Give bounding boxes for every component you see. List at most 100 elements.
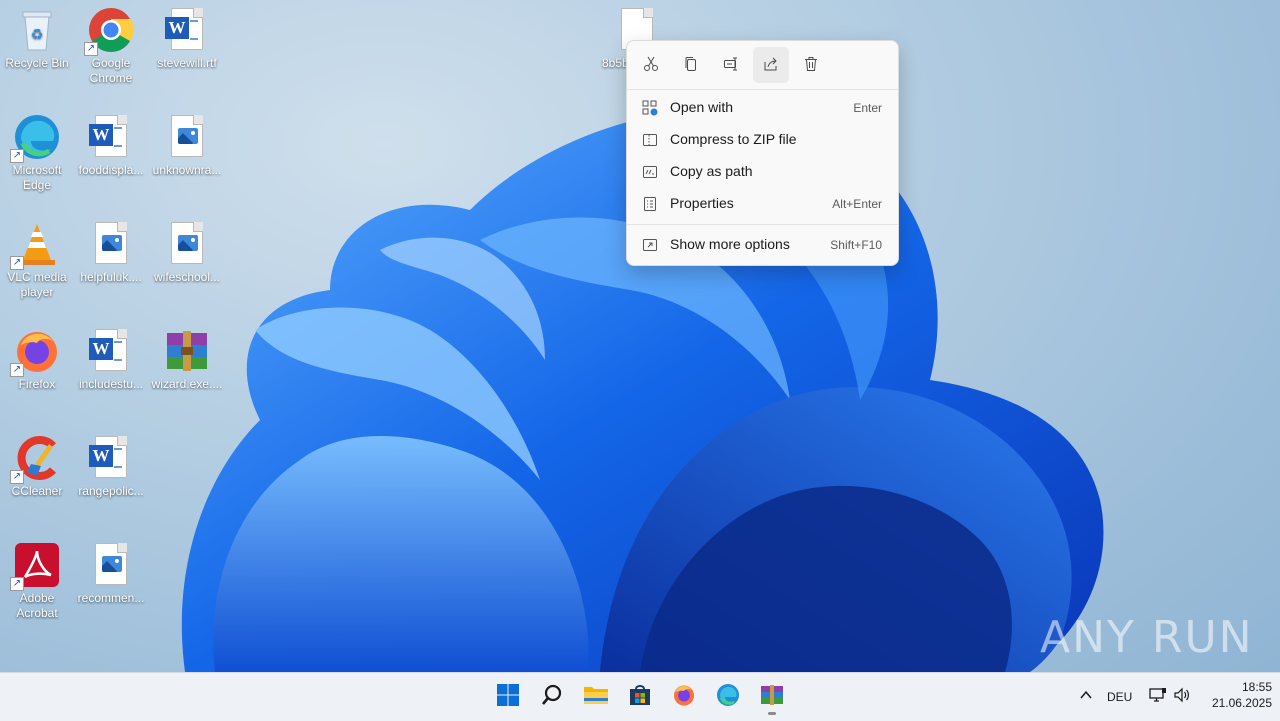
desktop-icon-label: unknownra... <box>152 163 222 177</box>
rename-button[interactable] <box>713 47 749 83</box>
shortcut-arrow-icon: ↗ <box>84 42 98 56</box>
desktop-icon-ccleaner[interactable]: ↗ CCleaner <box>0 434 74 499</box>
winrar-archive-icon <box>163 327 211 375</box>
desktop-icon-fooddispla[interactable]: W fooddispla... <box>74 113 148 178</box>
desktop-icon-firefox[interactable]: ↗ Firefox <box>0 327 74 392</box>
taskbar-store[interactable] <box>624 681 656 713</box>
properties-icon <box>642 196 658 212</box>
acrobat-icon: ↗ <box>10 541 61 591</box>
menu-item-label: Copy as path <box>670 163 753 179</box>
desktop-icon-wizard[interactable]: wizard.exe.... <box>150 327 224 392</box>
menu-item-open-with[interactable]: Open with Enter <box>631 93 894 123</box>
volume-button[interactable] <box>1166 681 1198 713</box>
menu-item-shortcut: Alt+Enter <box>832 197 882 211</box>
taskbar-winrar[interactable] <box>756 681 788 715</box>
clock-button[interactable]: 18:55 21.06.2025 <box>1196 679 1272 715</box>
image-file-icon <box>163 220 211 268</box>
desktop-icon-label: stevewill.rtf <box>157 56 217 70</box>
desktop-icon-recommen[interactable]: recommen... <box>74 541 148 606</box>
start-button[interactable] <box>492 681 524 713</box>
context-menu: Open with Enter Compress to ZIP file Cop… <box>626 40 899 266</box>
desktop-icon-google-chrome[interactable]: ↗ Google Chrome <box>74 6 148 86</box>
desktop-icon-adobe-acrobat[interactable]: ↗ Adobe Acrobat <box>0 541 74 621</box>
svg-text:♻: ♻ <box>31 26 44 42</box>
search-button[interactable] <box>536 681 568 713</box>
desktop-icon-label: Firefox <box>18 377 56 391</box>
menu-item-properties[interactable]: Properties Alt+Enter <box>631 189 894 219</box>
cut-icon <box>643 56 659 75</box>
menu-item-copy-as-path[interactable]: Copy as path <box>631 157 894 187</box>
open-with-icon <box>642 100 658 116</box>
firefox-icon <box>672 683 696 712</box>
taskbar-edge[interactable] <box>712 681 744 713</box>
desktop-icon-label: Adobe Acrobat <box>16 591 58 620</box>
firefox-icon: ↗ <box>10 327 61 377</box>
desktop-icon-microsoft-edge[interactable]: ↗ Microsoft Edge <box>0 113 74 193</box>
network-icon <box>1149 687 1167 708</box>
delete-button[interactable] <box>793 47 829 83</box>
desktop-icon-label: Google Chrome <box>89 56 133 85</box>
desktop-icon-label: CCleaner <box>11 484 63 498</box>
delete-icon <box>803 56 819 75</box>
clock-time: 18:55 <box>1241 680 1272 694</box>
image-file-icon <box>163 113 211 161</box>
share-icon <box>763 56 779 75</box>
vlc-cone-icon: ↗ <box>10 220 61 270</box>
taskbar: DEU 18:55 21.06.2025 <box>0 672 1280 721</box>
menu-separator <box>627 89 898 90</box>
copy-icon <box>683 56 699 75</box>
rename-icon <box>723 56 739 75</box>
word-document-icon: W <box>87 327 135 375</box>
show-hidden-icons-button[interactable] <box>1070 681 1102 713</box>
running-indicator <box>768 712 776 715</box>
volume-icon <box>1173 687 1191 708</box>
desktop-icon-unknownra[interactable]: unknownra... <box>150 113 224 178</box>
desktop-icon-label: wifeschool... <box>153 270 221 284</box>
menu-item-compress-zip[interactable]: Compress to ZIP file <box>631 125 894 155</box>
ccleaner-icon: ↗ <box>10 434 61 484</box>
taskbar-firefox[interactable] <box>668 681 700 713</box>
chevron-up-icon <box>1079 688 1093 707</box>
shortcut-arrow-icon: ↗ <box>10 577 24 591</box>
copy-button[interactable] <box>673 47 709 83</box>
word-document-icon: W <box>87 113 135 161</box>
watermark: ANY RUN <box>1040 612 1254 663</box>
shortcut-arrow-icon: ↗ <box>10 256 24 270</box>
desktop-icon-stevewill[interactable]: W stevewill.rtf <box>150 6 224 71</box>
desktop-icon-label: helpfuluk.... <box>80 270 142 284</box>
menu-item-shortcut: Enter <box>853 101 882 115</box>
image-file-icon <box>87 541 135 589</box>
desktop-icon-label: rangepolic... <box>78 484 144 498</box>
desktop-icon-label: includestu... <box>78 377 144 391</box>
word-document-icon: W <box>163 6 211 54</box>
zip-folder-icon <box>642 132 658 148</box>
input-language[interactable]: DEU <box>1107 690 1132 704</box>
context-menu-toolbar <box>627 41 898 89</box>
desktop-icon-wifeschool[interactable]: wifeschool... <box>150 220 224 285</box>
desktop-icon-vlc[interactable]: ↗ VLC media player <box>0 220 74 300</box>
desktop-icon-label: recommen... <box>77 591 145 605</box>
desktop-icon-rangepolic[interactable]: W rangepolic... <box>74 434 148 499</box>
share-button[interactable] <box>753 47 789 83</box>
menu-item-shortcut: Shift+F10 <box>830 238 882 252</box>
menu-separator <box>627 224 898 225</box>
menu-item-label: Show more options <box>670 236 790 252</box>
desktop-icon-includestu[interactable]: W includestu... <box>74 327 148 392</box>
search-icon <box>540 683 564 712</box>
taskbar-file-explorer[interactable] <box>580 681 612 713</box>
word-document-icon: W <box>87 434 135 482</box>
menu-item-label: Compress to ZIP file <box>670 131 797 147</box>
desktop-icon-label: wizard.exe.... <box>151 377 223 391</box>
desktop-icon-label: VLC media player <box>7 270 67 299</box>
cut-button[interactable] <box>633 47 669 83</box>
store-icon <box>628 683 652 712</box>
edge-icon: ↗ <box>10 113 61 163</box>
clock-date: 21.06.2025 <box>1211 696 1272 710</box>
desktop-icon-recycle-bin[interactable]: ♻ Recycle Bin <box>0 6 74 71</box>
menu-item-show-more-options[interactable]: Show more options Shift+F10 <box>631 230 894 260</box>
desktop-icon-helpfuluk[interactable]: helpfuluk.... <box>74 220 148 285</box>
recycle-bin-icon: ♻ <box>13 6 61 54</box>
copy-path-icon <box>642 164 658 180</box>
desktop-icon-label: Recycle Bin <box>5 56 69 70</box>
desktop-icon-label: Microsoft Edge <box>12 163 62 192</box>
